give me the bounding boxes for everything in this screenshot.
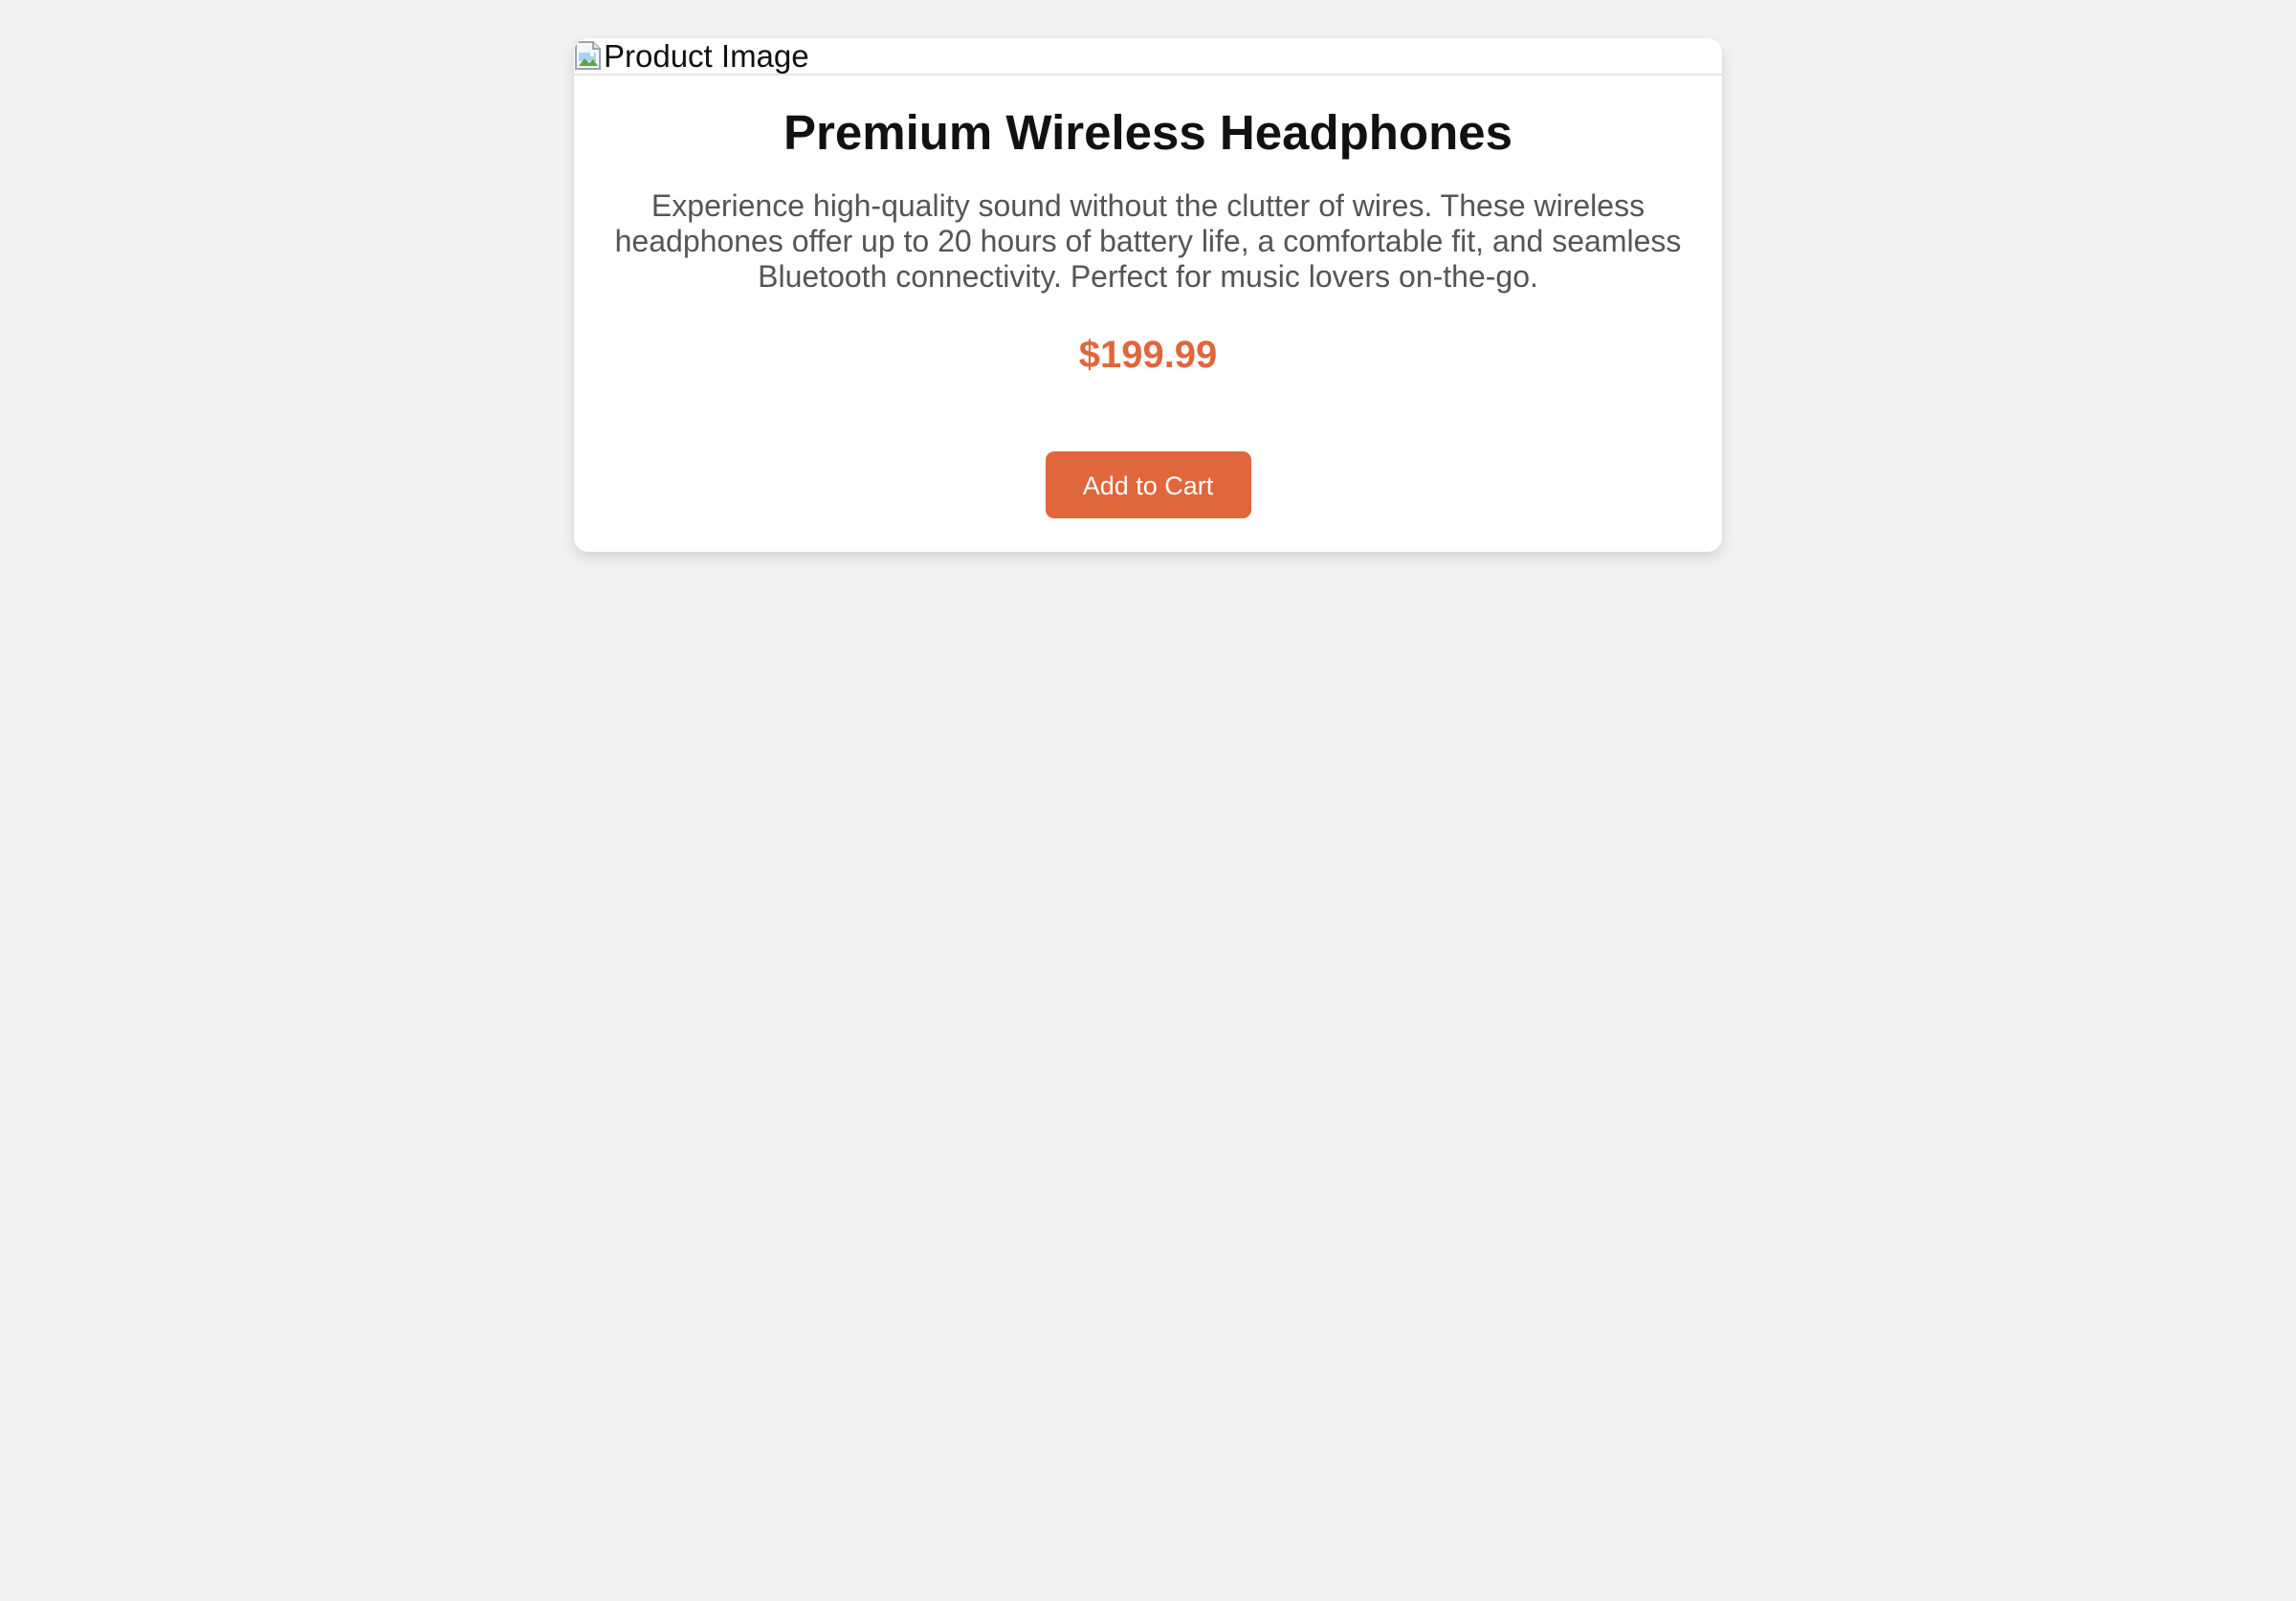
product-description: Experience high-quality sound without th…	[614, 188, 1682, 294]
product-details: Premium Wireless Headphones Experience h…	[574, 76, 1722, 518]
product-title: Premium Wireless Headphones	[784, 105, 1512, 160]
broken-image-icon	[575, 41, 601, 70]
image-alt-text: Product Image	[604, 38, 809, 74]
product-price: $199.99	[1078, 334, 1218, 376]
product-card: Product Image Premium Wireless Headphone…	[574, 38, 1722, 552]
add-to-cart-button[interactable]: Add to Cart	[1045, 451, 1251, 518]
product-image: Product Image	[574, 38, 1722, 76]
